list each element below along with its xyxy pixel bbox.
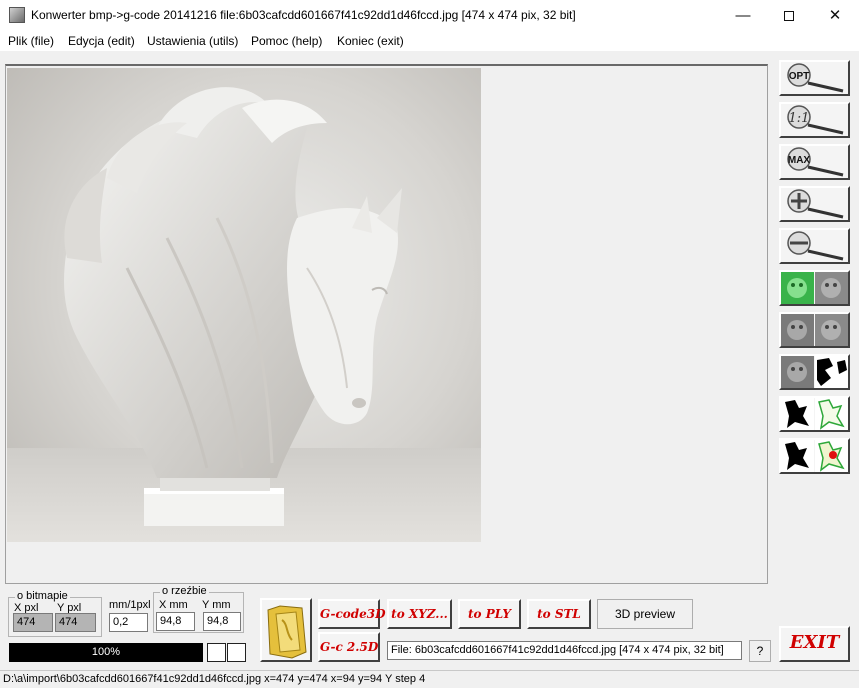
3d-preview-button[interactable]: 3D preview bbox=[597, 599, 693, 629]
app-icon[interactable] bbox=[9, 7, 25, 23]
zoom-out-button[interactable] bbox=[779, 228, 850, 264]
tool-opt-label: OPT bbox=[789, 71, 810, 82]
tool-max-label: MAX bbox=[788, 155, 811, 166]
main-window: Konwerter bmp->g-code 20141216 file:6b03… bbox=[0, 0, 859, 688]
sculpture-y-field[interactable]: 94,8 bbox=[203, 612, 241, 631]
scale-label: mm/1pxl bbox=[109, 599, 151, 611]
to-ply-button[interactable]: to PLY bbox=[458, 599, 521, 629]
filter-threshold-button[interactable] bbox=[779, 354, 850, 390]
exit-button[interactable]: EXIT bbox=[779, 626, 850, 662]
sculpture-x-field[interactable]: 94,8 bbox=[156, 612, 195, 631]
window-title: Konwerter bmp->g-code 20141216 file:6b03… bbox=[31, 8, 576, 22]
progress-bar: 100% bbox=[9, 643, 203, 662]
file-info-field: File: 6b03cafcdd601667f41c92dd1d46fccd.j… bbox=[387, 641, 742, 660]
zoom-max-button[interactable]: MAX bbox=[779, 144, 850, 180]
contour-point-icon bbox=[781, 440, 848, 472]
horse-sculpture-image bbox=[7, 87, 481, 542]
filter-gray-button[interactable] bbox=[779, 312, 850, 348]
menu-help[interactable]: Pomoc (help) bbox=[251, 34, 322, 48]
to-xyz-button[interactable]: to XYZ... bbox=[387, 599, 452, 629]
menu-exit[interactable]: Koniec (exit) bbox=[337, 34, 404, 48]
zoom-opt-button[interactable]: OPT bbox=[779, 60, 850, 96]
magnifier-1to1-icon: 1:1 bbox=[787, 105, 844, 135]
bitmap-image bbox=[7, 68, 481, 542]
contour-icon bbox=[781, 398, 848, 430]
zoom-in-icon bbox=[787, 189, 844, 219]
folder-icon bbox=[267, 605, 307, 659]
minimize-icon: — bbox=[735, 7, 751, 24]
close-icon: ✕ bbox=[828, 7, 842, 24]
contour-point-button[interactable] bbox=[779, 438, 850, 474]
menu-bar: Plik (file) Edycja (edit) Ustawienia (ut… bbox=[0, 31, 859, 51]
help-button[interactable]: ? bbox=[749, 640, 771, 662]
menu-settings[interactable]: Ustawienia (utils) bbox=[147, 34, 238, 48]
image-panel[interactable] bbox=[5, 64, 768, 584]
close-button[interactable]: ✕ bbox=[812, 0, 858, 31]
minimize-button[interactable]: — bbox=[720, 0, 766, 31]
magnifier-opt-icon: OPT bbox=[787, 63, 844, 93]
green-face-filter-icon bbox=[781, 272, 848, 304]
sculpture-y-label: Y mm bbox=[202, 599, 231, 611]
sculpture-x-label: X mm bbox=[159, 599, 188, 611]
magnifier-max-icon: MAX bbox=[787, 147, 844, 177]
tool-1to1-label: 1:1 bbox=[789, 111, 810, 126]
bitmap-x-field: 474 bbox=[13, 613, 53, 632]
to-stl-button[interactable]: to STL bbox=[527, 599, 591, 629]
bitmap-y-field: 474 bbox=[55, 613, 96, 632]
contour-button[interactable] bbox=[779, 396, 850, 432]
maximize-icon bbox=[784, 11, 794, 22]
threshold-filter-icon bbox=[781, 356, 848, 388]
indicator-box-right bbox=[227, 643, 246, 662]
zoom-in-button[interactable] bbox=[779, 186, 850, 222]
filter-green-button[interactable] bbox=[779, 270, 850, 306]
zoom-1to1-button[interactable]: 1:1 bbox=[779, 102, 850, 138]
scale-input[interactable]: 0,2 bbox=[109, 613, 148, 632]
sculpture-group-title: o rzeźbie bbox=[160, 585, 209, 597]
maximize-button[interactable] bbox=[766, 0, 812, 31]
gcode-3d-button[interactable]: G-code3D bbox=[318, 599, 386, 629]
open-folder-button[interactable] bbox=[260, 598, 312, 662]
zoom-out-icon bbox=[787, 231, 844, 261]
menu-edit[interactable]: Edycja (edit) bbox=[68, 34, 135, 48]
status-bar: D:\a\import\6b03cafcdd601667f41c92dd1d46… bbox=[0, 670, 859, 688]
title-bar: Konwerter bmp->g-code 20141216 file:6b03… bbox=[0, 0, 859, 31]
indicator-box-left bbox=[207, 643, 226, 662]
gcode-2-5d-button[interactable]: G-c 2.5D bbox=[318, 632, 380, 662]
gray-face-filter-icon bbox=[781, 314, 848, 346]
bitmap-group-title: o bitmapie bbox=[15, 590, 70, 602]
menu-file[interactable]: Plik (file) bbox=[8, 34, 54, 48]
